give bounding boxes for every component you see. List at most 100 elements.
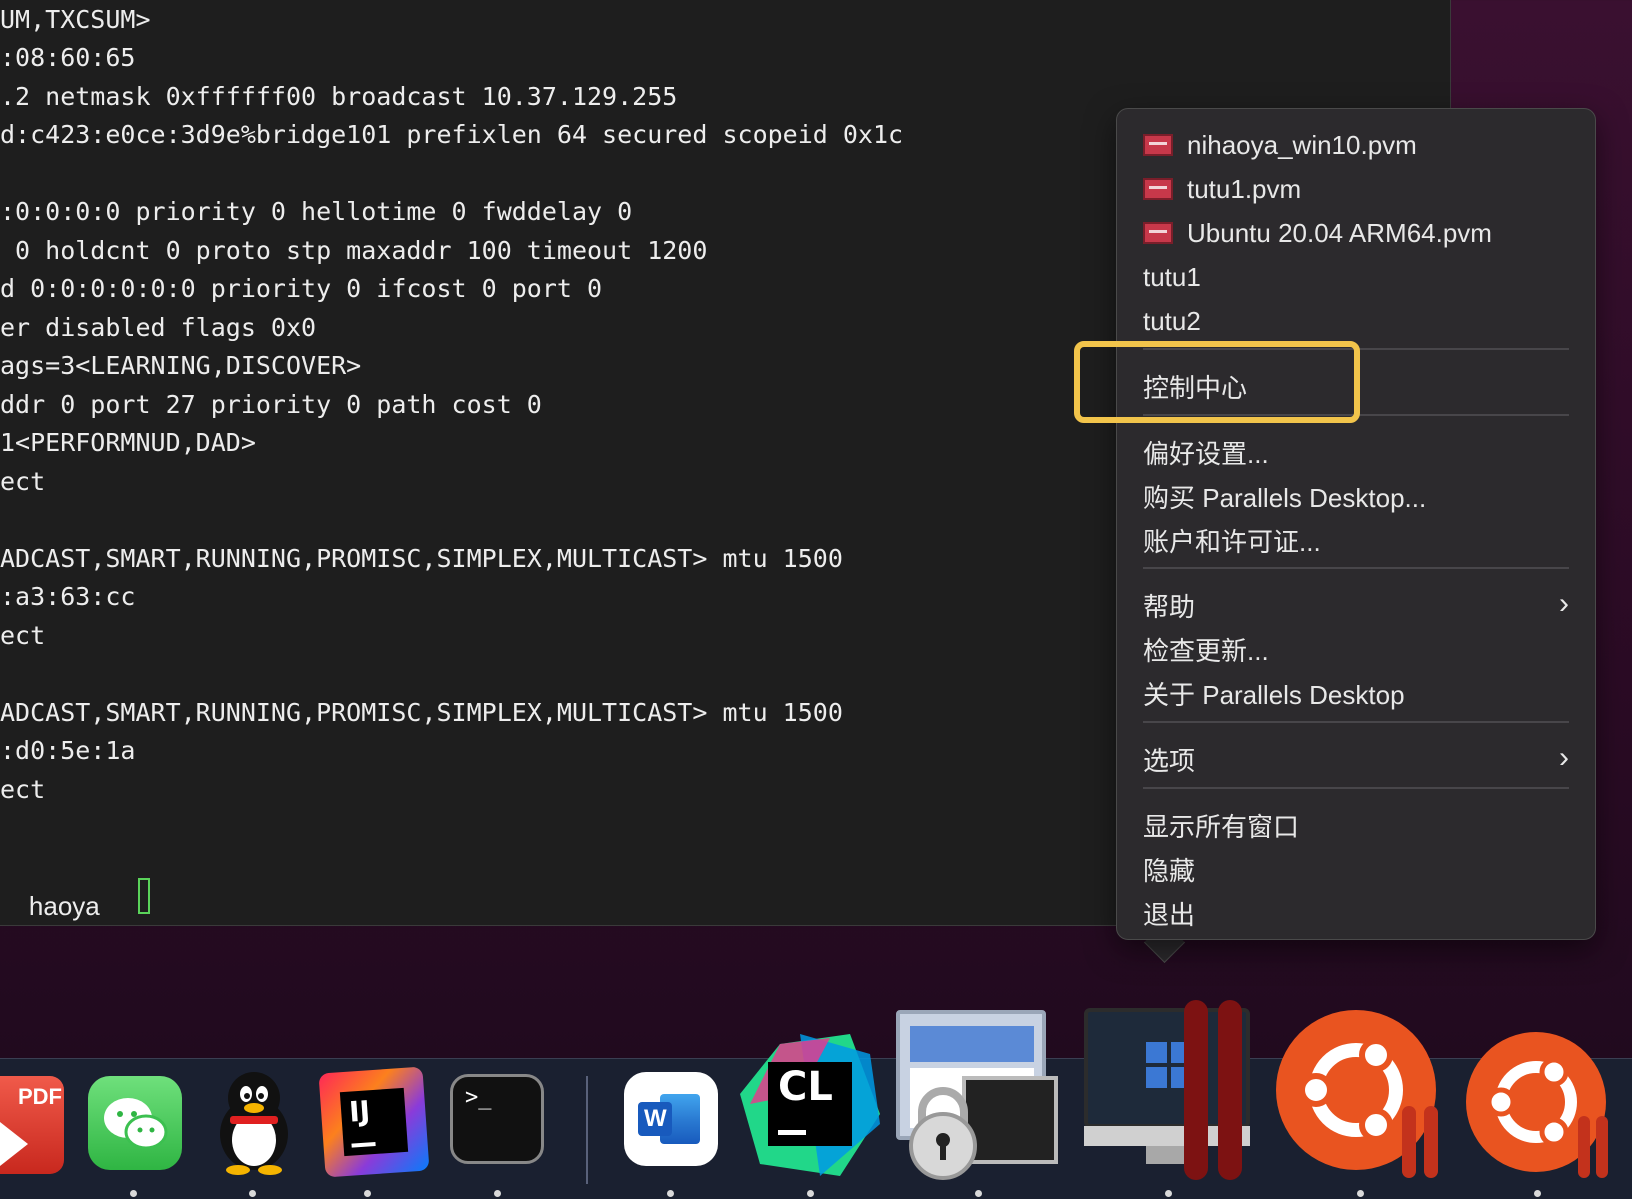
ubuntu-vm-app-icon[interactable] (1466, 1030, 1616, 1178)
parallels-bar-left (1184, 1000, 1208, 1180)
intellij-label: IJ (348, 1094, 372, 1129)
chevron-right-icon: › (1559, 741, 1569, 774)
menu-item-label: 隐藏 (1143, 855, 1196, 886)
terminal-line: ddr 0 port 27 priority 0 path cost 0 (0, 390, 542, 419)
parallels-vm-icon (1143, 134, 1173, 156)
menu-item-account[interactable]: 账户和许可证... (1143, 520, 1569, 560)
menu-item-label: 检查更新... (1143, 635, 1269, 666)
terminal-cursor (138, 878, 150, 914)
terminal-line: :d0:5e:1a (0, 736, 136, 765)
ubuntu-logo-icon (1276, 1010, 1438, 1178)
menu-item-vm[interactable]: tutu2 (1143, 301, 1569, 341)
parallels-bar-right (1218, 1000, 1242, 1180)
running-indicator (364, 1190, 371, 1197)
terminal-line: ADCAST,SMART,RUNNING,PROMISC,SIMPLEX,MUL… (0, 544, 843, 573)
intellij-inner-icon: IJ (339, 1087, 409, 1157)
terminal-line: :0:0:0:0 priority 0 hellotime 0 fwddelay… (0, 197, 633, 226)
menu-item-about[interactable]: 关于 Parallels Desktop (1143, 673, 1569, 713)
parallels-desktop-app-icon[interactable] (1084, 1000, 1254, 1180)
terminal-line: er disabled flags 0x0 (0, 313, 317, 342)
terminal-line: ect (0, 467, 46, 496)
menu-separator (1143, 787, 1569, 789)
penguin-icon (220, 1072, 288, 1175)
parallels-dock-menu: nihaoya_win10.pvm tutu1.pvm Ubuntu 20.04… (1116, 108, 1596, 940)
menu-item-label: 帮助 (1143, 591, 1196, 622)
menu-item-vm-file[interactable]: tutu1.pvm (1143, 169, 1569, 209)
running-indicator (1165, 1190, 1172, 1197)
running-indicator (130, 1190, 137, 1197)
menu-item-help[interactable]: 帮助 › (1143, 585, 1569, 625)
prompt-user: haoya (28, 891, 100, 921)
ubuntu-vm-app-icon[interactable] (1276, 1006, 1446, 1178)
word-badge-icon: W (638, 1102, 672, 1136)
terminal-line: ect (0, 775, 46, 804)
terminal-line: :a3:63:cc (0, 582, 136, 611)
menu-item-label: 购买 Parallels Desktop... (1143, 482, 1427, 513)
terminal-line: ect (0, 621, 46, 650)
running-indicator (494, 1190, 501, 1197)
menu-item-label: 显示所有窗口 (1143, 811, 1300, 842)
terminal-line: .2 netmask 0xffffff00 broadcast 10.37.12… (0, 82, 678, 111)
terminal-app-icon[interactable]: >_ (450, 1074, 544, 1164)
pdf-app-icon[interactable]: PDF (0, 1076, 64, 1174)
menu-separator (1143, 567, 1569, 569)
dock-divider (586, 1076, 588, 1184)
word-label: W (644, 1105, 667, 1132)
parallels-vm-icon (1143, 178, 1173, 200)
pdf-label: PDF (18, 1084, 62, 1109)
terminal-line: d 0:0:0:0:0:0 priority 0 ifcost 0 port 0 (0, 274, 603, 303)
wechat-bubbles-icon (104, 1098, 168, 1150)
menu-item-show-all-windows[interactable]: 显示所有窗口 (1143, 805, 1569, 845)
highlight-box (1074, 341, 1360, 423)
imac-stand (1146, 1146, 1188, 1164)
running-indicator (1357, 1190, 1364, 1197)
word-app-icon[interactable]: W (624, 1072, 718, 1166)
menu-item-label: 账户和许可证... (1143, 526, 1321, 557)
menu-item-label: tutu1.pvm (1187, 173, 1302, 204)
wechat-app-icon[interactable] (88, 1076, 182, 1170)
menu-item-vm-file[interactable]: Ubuntu 20.04 ARM64.pvm (1143, 213, 1569, 253)
ubuntu-logo-icon (1466, 1032, 1608, 1178)
window-titlebar (910, 1026, 1034, 1062)
terminal-line: :08:60:65 (0, 43, 136, 72)
menu-item-vm[interactable]: tutu1 (1143, 257, 1569, 297)
terminal-line: 0 holdcnt 0 proto stp maxaddr 100 timeou… (0, 236, 708, 265)
menu-item-options[interactable]: 选项 › (1143, 739, 1569, 779)
running-indicator (249, 1190, 256, 1197)
menu-item-label: 偏好设置... (1143, 438, 1269, 469)
menu-item-label: 选项 (1143, 745, 1196, 776)
menu-item-vm-file[interactable]: nihaoya_win10.pvm (1143, 125, 1569, 165)
terminal-line: ags=3<LEARNING,DISCOVER> (0, 351, 362, 380)
menu-item-label: nihaoya_win10.pvm (1187, 129, 1417, 160)
terminal-line: d:c423:e0ce:3d9e%bridge101 prefixlen 64 … (0, 120, 904, 149)
menu-item-check-updates[interactable]: 检查更新... (1143, 629, 1569, 669)
chevron-right-icon: › (1559, 587, 1569, 620)
menu-separator (1143, 721, 1569, 723)
menu-item-label: 关于 Parallels Desktop (1143, 679, 1405, 710)
menu-item-label: Ubuntu 20.04 ARM64.pvm (1187, 217, 1492, 248)
terminal-line: UM,TXCSUM> (0, 5, 151, 34)
running-indicator (1534, 1190, 1541, 1197)
qq-app-icon[interactable] (204, 1068, 304, 1176)
menu-item-label: 退出 (1143, 899, 1196, 930)
padlock-icon (909, 1087, 977, 1180)
parallels-vm-icon (1143, 222, 1173, 244)
running-indicator (667, 1190, 674, 1197)
menu-item-hide[interactable]: 隐藏 (1143, 849, 1569, 889)
menu-item-preferences[interactable]: 偏好设置... (1143, 432, 1569, 472)
running-indicator (975, 1190, 982, 1197)
clion-label: CL (778, 1064, 833, 1110)
pdf-arrow-icon (0, 1122, 28, 1166)
clion-app-icon[interactable]: CL (740, 1034, 880, 1176)
menu-item-quit[interactable]: 退出 (1143, 893, 1569, 933)
menu-item-label: tutu2 (1143, 305, 1201, 336)
terminal-line: 1<PERFORMNUD,DAD> (0, 428, 256, 457)
intellij-app-icon[interactable]: IJ (318, 1066, 430, 1178)
menu-item-buy[interactable]: 购买 Parallels Desktop... (1143, 476, 1569, 516)
menu-item-label: tutu1 (1143, 261, 1201, 292)
terminal-label: >_ (465, 1085, 492, 1110)
terminal-line: ADCAST,SMART,RUNNING,PROMISC,SIMPLEX,MUL… (0, 698, 843, 727)
running-indicator (807, 1190, 814, 1197)
remote-access-app-icon[interactable] (896, 1010, 1062, 1180)
terminal-prompt: haoya ~ > (0, 846, 100, 921)
